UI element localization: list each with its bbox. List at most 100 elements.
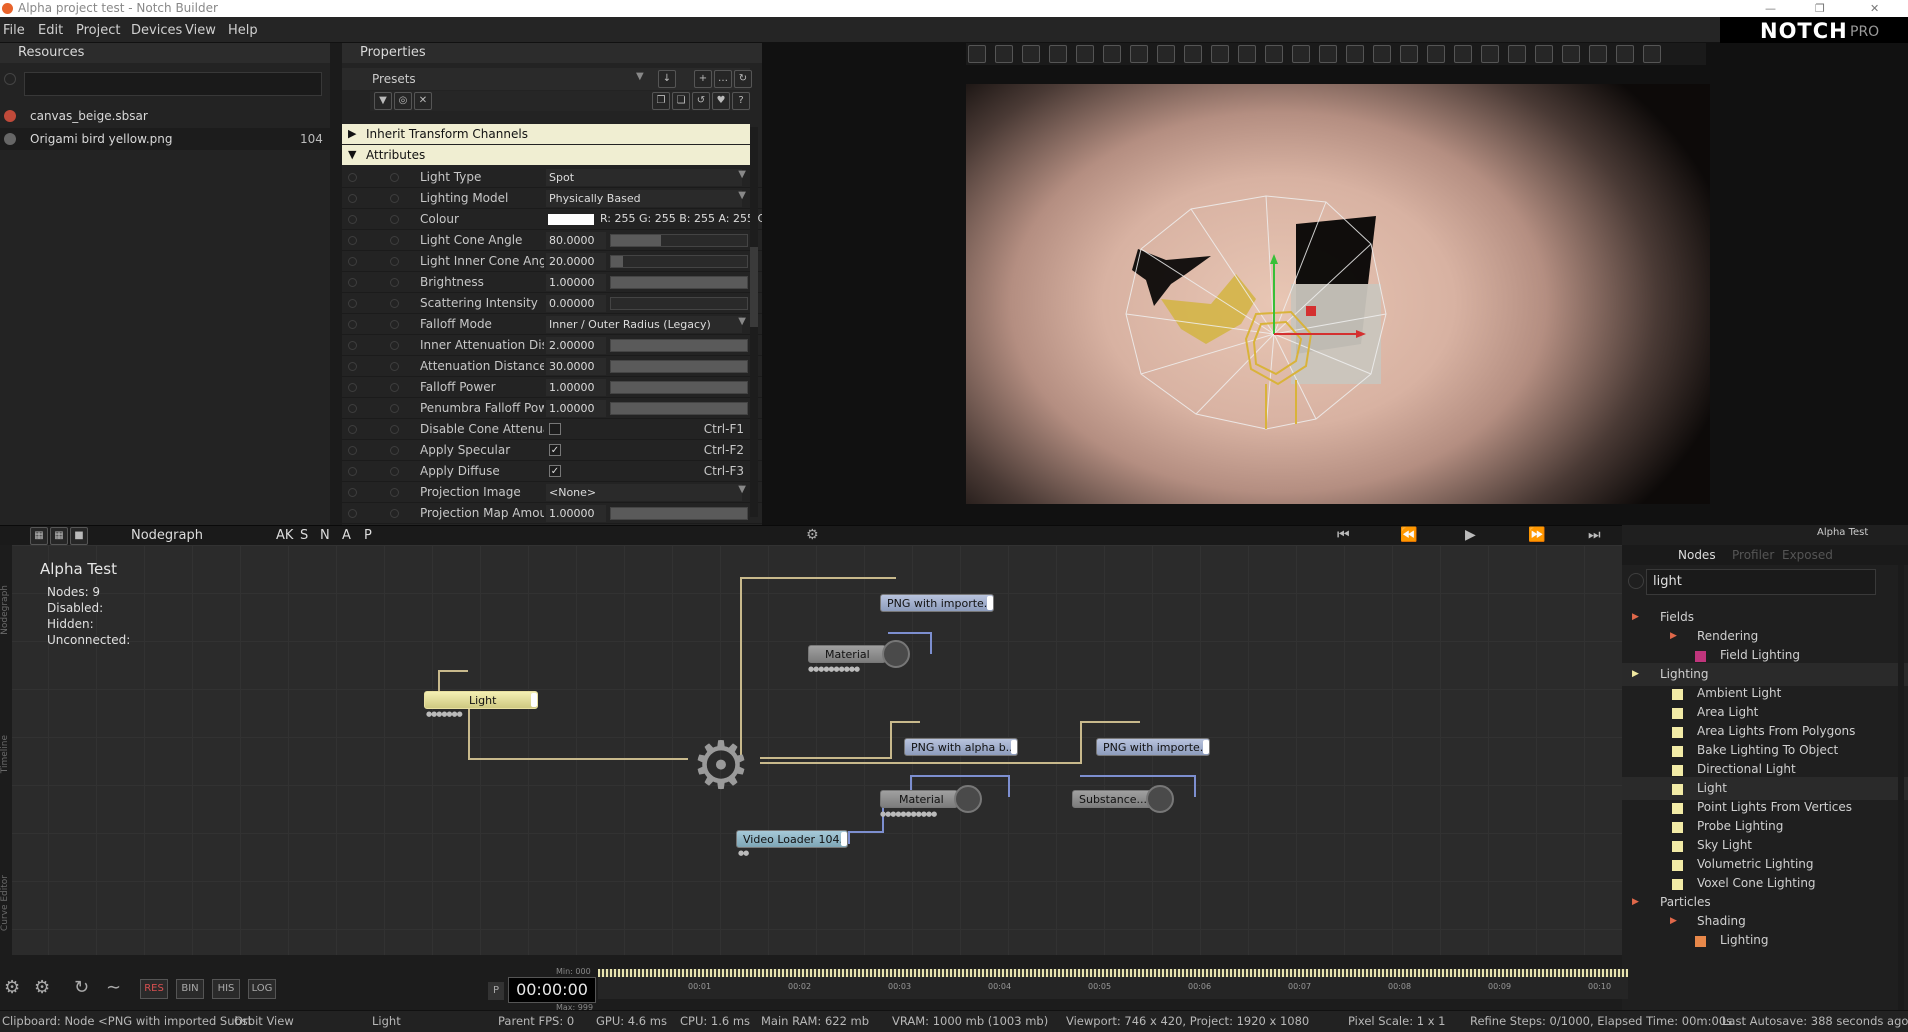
copy-icon[interactable]: ❐ — [652, 92, 670, 110]
attribute-row[interactable]: Colour R: 255 G: 255 B: 255 A: 255 C — [342, 209, 765, 230]
tab-exposed[interactable]: Exposed — [1782, 548, 1833, 562]
bin-button[interactable]: BIN — [176, 979, 204, 999]
ak-icon[interactable] — [1076, 45, 1094, 63]
keyframe-dot-icon[interactable] — [348, 215, 357, 224]
attribute-checkbox[interactable] — [549, 423, 561, 435]
timeline-track[interactable] — [598, 977, 1628, 999]
sync-icon[interactable]: ↻ — [74, 977, 89, 998]
section-attributes[interactable]: ▼ Attributes — [342, 145, 750, 165]
angle-icon[interactable] — [1022, 45, 1040, 63]
attribute-value[interactable]: 0.00000 — [546, 295, 606, 312]
resources-filter-icon[interactable] — [4, 73, 16, 85]
attribute-row[interactable]: Brightness 1.00000 — [342, 272, 762, 293]
properties-scrollbar[interactable] — [750, 127, 758, 517]
keyframe-dot-icon[interactable] — [348, 320, 357, 329]
side-tab-timeline[interactable]: Timeline — [0, 735, 12, 773]
layout-icon[interactable]: ▦ — [50, 527, 68, 545]
move-icon[interactable] — [1427, 45, 1445, 63]
link-dot-icon[interactable] — [390, 320, 399, 329]
attribute-dropdown[interactable]: Physically Based — [546, 190, 742, 207]
equals-icon[interactable] — [1535, 45, 1553, 63]
keyframe-dot-icon[interactable] — [348, 257, 357, 266]
side-tab-curve-editor[interactable]: Curve Editor — [0, 875, 12, 931]
keyframe-dot-icon[interactable] — [348, 362, 357, 371]
pan-icon[interactable] — [1589, 45, 1607, 63]
nodegraph-tab[interactable]: Nodegraph — [131, 528, 203, 543]
link-dot-icon[interactable] — [390, 362, 399, 371]
paste-icon[interactable]: ❏ — [672, 92, 690, 110]
clear-search-icon[interactable] — [1628, 573, 1644, 589]
link-dot-icon[interactable] — [390, 467, 399, 476]
tab-nodes[interactable]: Nodes — [1678, 548, 1716, 562]
resources-search-input[interactable] — [24, 72, 322, 96]
frame-icon[interactable] — [1292, 45, 1310, 63]
time-display[interactable]: 00:00:00 — [508, 977, 596, 1003]
frame-icon[interactable] — [1265, 45, 1283, 63]
node-png-imported[interactable]: PNG with importe... — [880, 594, 994, 612]
node-type-item[interactable]: Lighting — [1622, 929, 1908, 952]
link-dot-icon[interactable] — [390, 299, 399, 308]
layout-icon[interactable]: ▦ — [30, 527, 48, 545]
tool-s[interactable]: S — [300, 528, 308, 543]
keyframe-dot-icon[interactable] — [348, 509, 357, 518]
lock-icon[interactable] — [1319, 45, 1337, 63]
nodes-panel-scrollbar[interactable] — [1898, 565, 1904, 1025]
preset-download-icon[interactable]: ↓ — [658, 70, 676, 88]
keyframe-dot-icon[interactable] — [348, 236, 357, 245]
his-button[interactable]: HIS — [212, 979, 240, 999]
link-dot-icon[interactable] — [390, 341, 399, 350]
attribute-row[interactable]: Lighting Model Physically Based ▼ — [342, 188, 762, 209]
res-button[interactable]: RES — [140, 979, 168, 999]
attribute-slider[interactable] — [610, 402, 748, 415]
link-dot-icon[interactable] — [390, 278, 399, 287]
menu-help[interactable]: Help — [228, 23, 258, 38]
attribute-value[interactable]: 2.00000 — [546, 337, 606, 354]
menu-view[interactable]: View — [185, 23, 216, 38]
close-icon[interactable]: ✕ — [1870, 0, 1879, 17]
attribute-slider[interactable] — [610, 507, 748, 520]
resource-item[interactable]: Origami bird yellow.png 104 — [0, 128, 330, 150]
link-dot-icon[interactable] — [390, 383, 399, 392]
fast-forward-icon[interactable]: ⏩ — [1528, 527, 1545, 543]
link-dot-icon[interactable] — [390, 194, 399, 203]
attribute-value[interactable]: 1.00000 — [546, 274, 606, 291]
tool-ak[interactable]: AK — [276, 528, 293, 543]
attribute-row[interactable]: Inner Attenuation Dista2.00000 — [342, 335, 762, 356]
keyframe-dot-icon[interactable] — [348, 404, 357, 413]
minimize-icon[interactable]: — — [1765, 0, 1776, 17]
layout-icon[interactable]: ■ — [70, 527, 88, 545]
zoom-icon[interactable] — [1562, 45, 1580, 63]
attribute-row[interactable]: Falloff Mode Inner / Outer Radius (Legacy… — [342, 314, 762, 335]
attribute-dropdown[interactable]: Spot — [546, 169, 742, 186]
link-dot-icon[interactable] — [390, 425, 399, 434]
keyframe-dot-icon[interactable] — [348, 173, 357, 182]
p-icon[interactable] — [1103, 45, 1121, 63]
attribute-row[interactable]: Falloff Power 1.00000 — [342, 377, 762, 398]
root-node-gear-icon[interactable]: ⚙ — [686, 733, 756, 799]
node-search-input[interactable]: light — [1646, 569, 1876, 595]
attribute-row[interactable]: Projection Map Amour 1.00000 — [342, 503, 762, 524]
render-settings-icon[interactable]: ⚙ — [34, 977, 50, 998]
box-icon[interactable] — [1049, 45, 1067, 63]
keyframe-dot-icon[interactable] — [348, 425, 357, 434]
attribute-row[interactable]: Attenuation Distance 30.0000 — [342, 356, 762, 377]
keyframe-dot-icon[interactable] — [348, 194, 357, 203]
node-video-loader[interactable]: Video Loader 104... — [736, 830, 848, 848]
fullscreen-icon[interactable] — [1643, 45, 1661, 63]
attribute-row[interactable]: Penumbra Falloff Powe 1.00000 — [342, 398, 762, 419]
filter-icon[interactable]: ▼ — [374, 92, 392, 110]
rotate-icon[interactable] — [995, 45, 1013, 63]
w-icon[interactable] — [1130, 45, 1148, 63]
attribute-dropdown[interactable]: Inner / Outer Radius (Legacy) — [546, 316, 742, 333]
attribute-value[interactable]: 1.00000 — [546, 379, 606, 396]
keyframe-dot-icon[interactable] — [348, 341, 357, 350]
node-material-2[interactable]: Material — [880, 790, 958, 808]
maximize-icon[interactable]: ❐ — [1815, 0, 1825, 17]
c-icon[interactable] — [1157, 45, 1175, 63]
presets-dropdown-icon[interactable]: ▼ — [636, 71, 644, 82]
lock-icon[interactable] — [1346, 45, 1364, 63]
link-dot-icon[interactable] — [390, 488, 399, 497]
attribute-slider[interactable] — [610, 339, 748, 352]
camera-icon[interactable] — [1616, 45, 1634, 63]
node-material[interactable]: Material — [808, 645, 886, 663]
